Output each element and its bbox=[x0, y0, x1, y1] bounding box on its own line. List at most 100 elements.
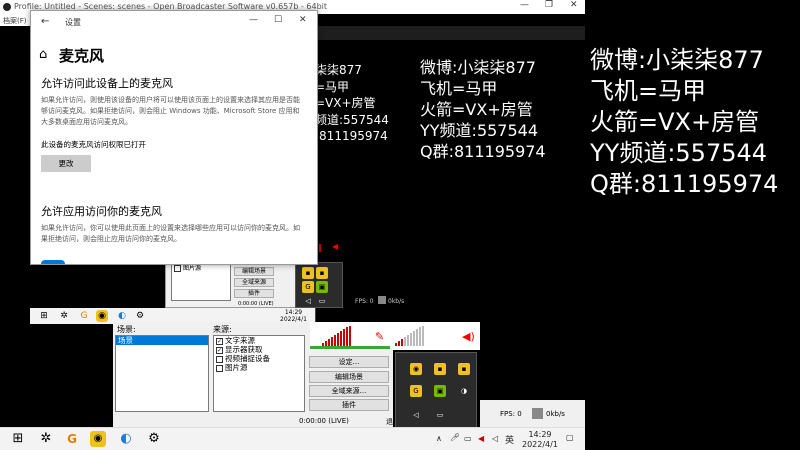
input-language[interactable]: 英 bbox=[505, 433, 514, 446]
mini-edit-scene-button[interactable]: 编辑场景 bbox=[234, 267, 274, 276]
obs-taskbar-icon[interactable]: ◉ bbox=[96, 310, 108, 322]
kbs-indicator bbox=[532, 408, 543, 419]
windows-start-icon[interactable]: ⊞ bbox=[10, 431, 26, 447]
speaker-icon[interactable]: ◁ bbox=[492, 434, 498, 443]
source-label: 文字来源 bbox=[225, 336, 255, 345]
overlay-small-line: 柒柒877 bbox=[315, 63, 362, 77]
clock-date: 2022/4/1 bbox=[522, 440, 558, 449]
app-tray-icon[interactable]: ▪ bbox=[458, 363, 470, 375]
nested-time: 14:29 bbox=[284, 309, 303, 316]
settings-titlebar: ← 设置 — ☐ ✕ bbox=[31, 11, 317, 33]
network-icon[interactable]: ▭ bbox=[464, 434, 472, 443]
close-icon[interactable]: ✕ bbox=[299, 15, 307, 25]
mini-plugins-button[interactable]: 插件 bbox=[234, 289, 274, 298]
mini-global-sources-button[interactable]: 全域来源 bbox=[234, 278, 274, 287]
checkbox-unchecked[interactable] bbox=[216, 355, 223, 363]
settings-gear-icon[interactable]: ⚙ bbox=[146, 431, 162, 447]
obs-preview-header bbox=[315, 26, 585, 40]
nested-clock: 14:29 2022/4/1 bbox=[280, 309, 307, 323]
sources-list[interactable]: ✓ 文字来源 ✓ 显示器获取 视频捕捉设备 图片源 bbox=[213, 335, 305, 412]
source-item[interactable]: 图片源 bbox=[214, 363, 304, 372]
settings-button[interactable]: 设定... bbox=[309, 356, 389, 368]
overlay-small-line: 频道:557544 bbox=[315, 112, 389, 127]
mini-sources-list[interactable]: 图片源 bbox=[171, 263, 231, 301]
g-tray-icon[interactable]: G bbox=[410, 385, 422, 397]
source-label: 显示器获取 bbox=[225, 345, 263, 354]
speaker-icon[interactable]: ◀) bbox=[462, 330, 475, 343]
notification-icon[interactable]: ▢ bbox=[566, 433, 574, 442]
close-icon[interactable]: ✕ bbox=[570, 0, 578, 10]
desktop-volume-meter[interactable] bbox=[322, 326, 351, 346]
source-item[interactable]: 视频捕捉设备 bbox=[214, 354, 304, 363]
settings-window: ← 设置 — ☐ ✕ ⌂ 麦克风 允许访问此设备上的麦克风 如果允许访问，则使用… bbox=[30, 10, 318, 265]
overlay-line-weibo: 微博:小柒柒877 bbox=[590, 46, 764, 74]
speaker-icon[interactable]: ◁ bbox=[302, 295, 314, 307]
mic-volume-meter[interactable] bbox=[395, 326, 424, 346]
section-description-apps: 如果允许访问，你可以使用此页面上的设置来选择哪些应用可以访问你的麦克风。如果拒绝… bbox=[41, 224, 300, 243]
browser-icon[interactable]: ◐ bbox=[118, 431, 134, 447]
back-arrow-icon[interactable]: ← bbox=[41, 16, 49, 27]
pinwheel-icon[interactable]: ✲ bbox=[38, 431, 54, 447]
maximize-icon[interactable]: ❐ bbox=[545, 0, 553, 10]
stream-overlay-text: 微博:小柒柒877 飞机=马甲 火箭=VX+房管 YY频道:557544 Q群:… bbox=[590, 48, 778, 203]
source-item[interactable]: ✓ 显示器获取 bbox=[214, 345, 304, 354]
checkbox-checked[interactable]: ✓ bbox=[216, 346, 223, 354]
checkbox-checked[interactable]: ✓ bbox=[216, 337, 223, 345]
edit-scene-button[interactable]: 编辑场景 bbox=[309, 371, 389, 383]
app-icon[interactable]: ▪ bbox=[316, 267, 328, 279]
g-app-icon[interactable]: G bbox=[76, 308, 92, 324]
microphone-icon[interactable]: ✎ bbox=[375, 330, 384, 343]
checkbox-unchecked[interactable] bbox=[216, 364, 223, 372]
nvidia-icon[interactable]: ▣ bbox=[434, 385, 446, 397]
overlay-line-plane: 飞机=马甲 bbox=[590, 77, 707, 105]
home-icon[interactable]: ⌂ bbox=[39, 47, 47, 62]
g-app-icon[interactable]: G bbox=[64, 431, 80, 447]
toggle-switch[interactable] bbox=[41, 260, 65, 264]
mic-access-status: 此设备的麦克风访问权限已打开 bbox=[41, 140, 146, 149]
status-strip: FPS: 0 0kb/s bbox=[480, 400, 585, 427]
scenes-list[interactable]: 场景 bbox=[115, 335, 209, 412]
chevron-up-icon[interactable]: ∧ bbox=[436, 434, 442, 443]
overlay-small-line: :811195974 bbox=[315, 129, 388, 143]
exit-button[interactable]: 退 bbox=[386, 417, 393, 427]
obs-taskbar-icon[interactable]: ◉ bbox=[90, 431, 106, 447]
obs-tray-icon[interactable]: ◉ bbox=[410, 363, 422, 375]
section-heading-apps: 允许应用访问你的麦克风 bbox=[41, 205, 162, 218]
pinwheel-icon[interactable]: ✲ bbox=[56, 308, 72, 324]
mute-icon[interactable]: ◀ bbox=[478, 434, 484, 443]
settings-title: 设置 bbox=[65, 18, 81, 27]
obs-menu-file[interactable]: 档案(F) bbox=[0, 14, 30, 26]
obs-mini-dock: 图片源 编辑场景 全域来源 插件 0:00:00 (LIVE) bbox=[165, 258, 315, 308]
overlay-line-rocket: 火箭=VX+房管 bbox=[420, 100, 533, 119]
mini-fps: FPS: 0 bbox=[355, 298, 374, 305]
taskbar: ⊞ ✲ G ◉ ◐ ⚙ ∧ 🎤︎ ▭ ◀ ◁ 英 14:29 2022/4/1 … bbox=[0, 427, 585, 450]
app-tray-icon[interactable]: ▪ bbox=[434, 363, 446, 375]
minimize-icon[interactable]: — bbox=[249, 15, 258, 25]
speaker-red-icon: ◀ bbox=[332, 242, 339, 251]
source-label: 图片源 bbox=[225, 363, 248, 372]
monitor-tray-icon[interactable]: ▭ bbox=[434, 409, 446, 421]
overlay-line-yy: YY频道:557544 bbox=[590, 139, 768, 167]
mini-kbs: 0kb/s bbox=[388, 298, 405, 305]
maximize-icon[interactable]: ☐ bbox=[274, 15, 282, 25]
scene-item[interactable]: 场景 bbox=[116, 336, 208, 345]
overlay-line-weibo: 微博:小柒柒877 bbox=[420, 58, 536, 77]
source-item[interactable]: ✓ 文字来源 bbox=[214, 336, 304, 345]
app-icon[interactable]: ▪ bbox=[302, 267, 314, 279]
mini-source-label: 图片源 bbox=[183, 265, 202, 272]
mic-tray-icon[interactable]: 🎤︎ bbox=[450, 433, 460, 442]
plugins-button[interactable]: 插件 bbox=[309, 399, 389, 411]
clock[interactable]: 14:29 2022/4/1 bbox=[522, 430, 558, 450]
app-icon[interactable]: G bbox=[302, 281, 314, 293]
nvidia-icon[interactable]: ▣ bbox=[316, 281, 328, 293]
steam-icon[interactable]: ◑ bbox=[458, 385, 470, 397]
change-button[interactable]: 更改 bbox=[41, 155, 91, 172]
overlay-line-qq: Q群:811195974 bbox=[590, 170, 779, 198]
windows-start-icon[interactable]: ⊞ bbox=[36, 308, 52, 324]
monitor-icon[interactable]: ▭ bbox=[316, 295, 328, 307]
kbs-readout: 0kb/s bbox=[546, 410, 565, 418]
global-sources-button[interactable]: 全域来源... bbox=[309, 385, 389, 397]
speaker-tray-icon[interactable]: ◁ bbox=[410, 409, 422, 421]
minimize-icon[interactable]: — bbox=[520, 0, 529, 10]
preview-overlay-text-small: 柒柒877 =马甲 =VX+房管 频道:557544 :811195974 bbox=[315, 64, 389, 147]
